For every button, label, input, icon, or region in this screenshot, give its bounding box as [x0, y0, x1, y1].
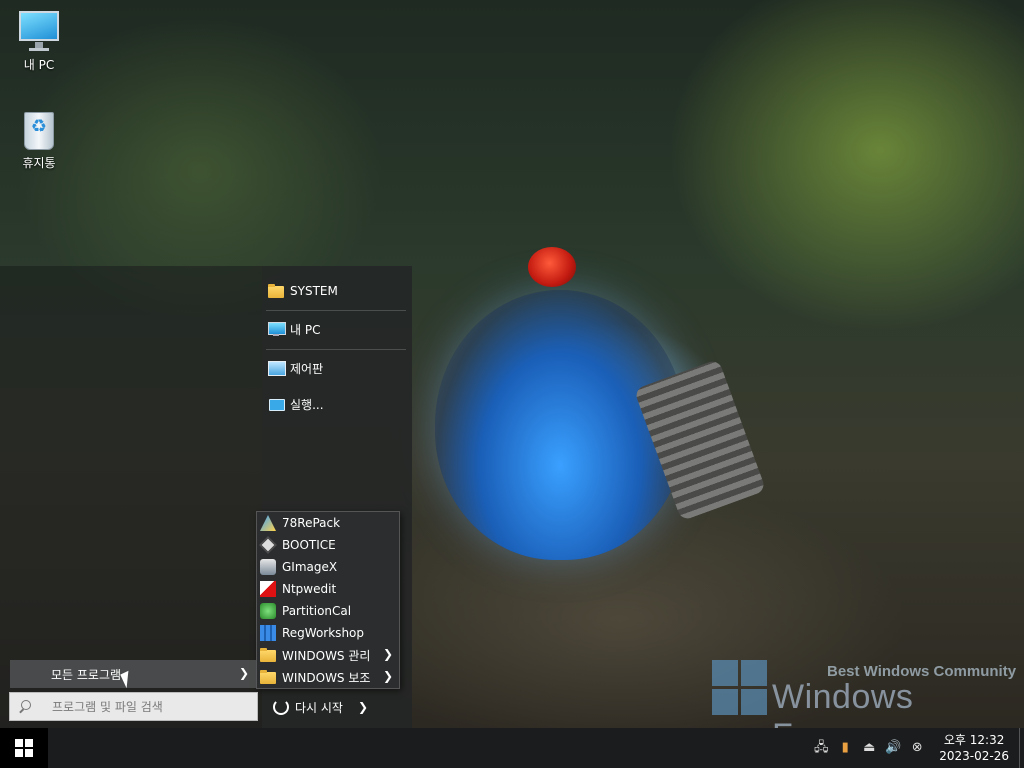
submenu-item-label: BOOTICE	[282, 538, 336, 552]
bootice-icon	[259, 536, 277, 554]
monitor-icon	[18, 10, 60, 52]
clock-time: 오후 12:32	[943, 733, 1005, 747]
chevron-right-icon: ❯	[238, 666, 249, 680]
clock[interactable]: 오후 12:32 2023-02-26	[939, 732, 1009, 764]
submenu-item-label: Ntpwedit	[282, 582, 337, 596]
start-item-label: 제어판	[290, 361, 324, 376]
submenu-item-partitioncal[interactable]: PartitionCal	[257, 600, 399, 622]
start-item-run[interactable]: 실행...	[262, 387, 408, 421]
desktop-icon-my-pc[interactable]: 내 PC	[1, 10, 77, 73]
watermark: Best Windows Community Windows Forum	[712, 660, 1022, 755]
submenu-item-gimagex[interactable]: GImageX	[257, 556, 399, 578]
monitor-icon	[268, 321, 286, 337]
windows-logo-icon	[15, 739, 33, 757]
regworkshop-icon	[260, 625, 276, 641]
restart-button[interactable]: 다시 시작 ❯	[268, 694, 408, 720]
submenu-item-bootice[interactable]: BOOTICE	[257, 534, 399, 556]
start-search-box[interactable]	[9, 692, 258, 721]
search-icon	[18, 699, 32, 714]
clock-date: 2023-02-26	[939, 749, 1009, 763]
input-indicator-icon[interactable]: ▮	[837, 740, 853, 756]
submenu-item-label: WINDOWS 보조	[282, 670, 371, 685]
ntpwedit-icon	[260, 581, 276, 597]
start-item-my-pc[interactable]: 내 PC	[262, 312, 408, 346]
start-menu-left-pane	[0, 266, 262, 728]
folder-icon	[260, 647, 276, 663]
submenu-item-label: GImageX	[282, 560, 338, 574]
start-item-system[interactable]: SYSTEM	[262, 274, 408, 308]
control-panel-icon	[268, 360, 286, 376]
submenu-item-label: PartitionCal	[282, 604, 352, 618]
restart-label: 다시 시작	[295, 700, 343, 715]
divider	[266, 349, 406, 350]
submenu-item-windows-management[interactable]: WINDOWS 관리 ❯	[257, 644, 399, 666]
volume-icon[interactable]: 🔊	[885, 740, 901, 756]
programs-submenu: 78RePack BOOTICE GImageX Ntpwedit Partit…	[256, 511, 400, 689]
start-item-label: SYSTEM	[290, 284, 338, 298]
run-icon	[268, 396, 285, 412]
submenu-item-ntpwedit[interactable]: Ntpwedit	[257, 578, 399, 600]
submenu-item-label: RegWorkshop	[282, 626, 365, 640]
gimagex-icon	[260, 559, 276, 575]
partitioncal-icon	[260, 603, 276, 619]
start-item-label: 실행...	[290, 397, 324, 412]
start-button[interactable]	[0, 728, 48, 768]
submenu-item-label: WINDOWS 관리	[282, 648, 371, 663]
system-tray: 🖧 ▮ ⏏ 🔊 ⊗ 오후 12:32 2023-02-26	[809, 728, 1024, 768]
submenu-item-regworkshop[interactable]: RegWorkshop	[257, 622, 399, 644]
folder-icon	[268, 283, 284, 299]
network-icon[interactable]: 🖧	[813, 740, 829, 756]
submenu-item-windows-accessories[interactable]: WINDOWS 보조 ❯	[257, 666, 399, 688]
usb-device-icon[interactable]: ⏏	[861, 740, 877, 756]
start-item-control-panel[interactable]: 제어판	[262, 351, 408, 385]
start-item-label: 내 PC	[290, 322, 321, 337]
chevron-right-icon: ❯	[382, 647, 393, 661]
folder-icon	[260, 669, 276, 685]
chevron-right-icon[interactable]: ❯	[358, 700, 368, 714]
close-circle-icon[interactable]: ⊗	[909, 740, 925, 756]
submenu-item-78repack[interactable]: 78RePack	[257, 512, 399, 534]
desktop-icon-label: 내 PC	[23, 58, 55, 72]
windows-logo-icon	[712, 660, 767, 715]
restart-icon	[273, 699, 289, 715]
desktop-icon-label: 휴지통	[22, 156, 56, 170]
submenu-item-label: 78RePack	[282, 516, 341, 530]
recycle-bin-icon: ♻	[18, 108, 60, 150]
divider	[266, 310, 406, 311]
all-programs-label: 모든 프로그램	[51, 667, 122, 682]
desktop-icon-recycle-bin[interactable]: ♻ 휴지통	[1, 108, 77, 171]
78repack-icon	[260, 515, 276, 531]
show-desktop-button[interactable]	[1019, 728, 1024, 768]
taskbar: 🖧 ▮ ⏏ 🔊 ⊗ 오후 12:32 2023-02-26	[0, 728, 1024, 768]
wallpaper-ladybug	[528, 247, 576, 287]
chevron-right-icon: ❯	[382, 669, 393, 683]
search-input[interactable]	[52, 699, 252, 714]
